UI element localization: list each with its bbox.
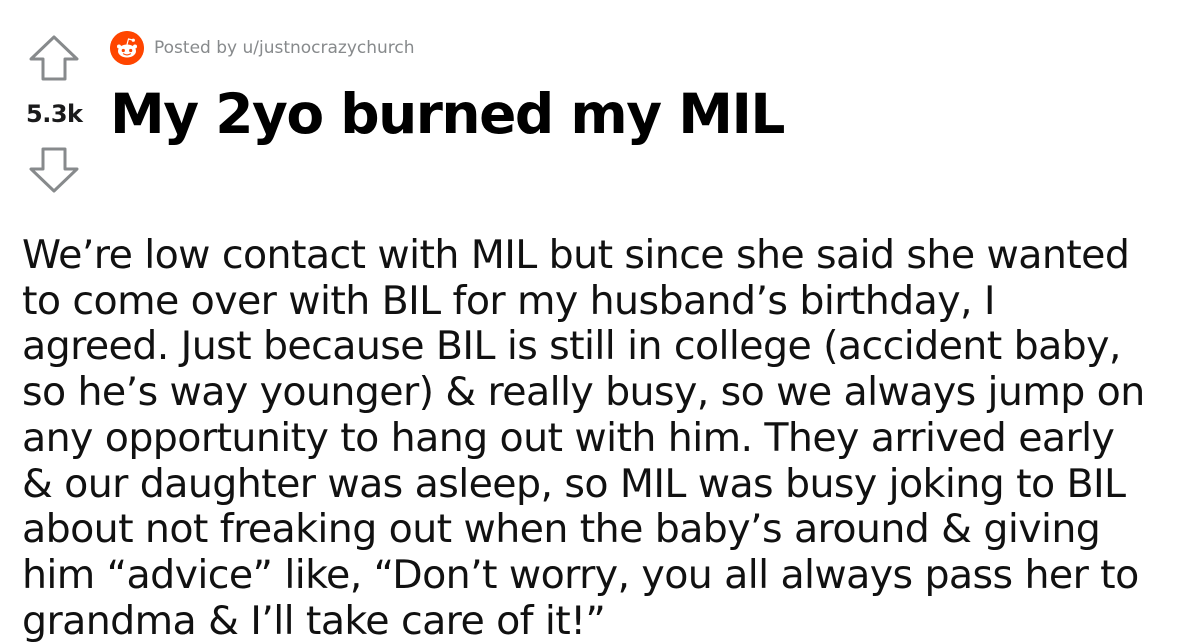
post-body-line: so he’s way younger) & really busy, so w…	[22, 369, 1145, 416]
post-body-line: We’re low contact with MIL but since she…	[22, 232, 1130, 278]
post-body-line: grandma & I’ll take care of it!”	[22, 597, 606, 644]
post-body-line: him “advice” like, “Don’t worry, you all…	[22, 551, 1139, 598]
post-body-line: & our daughter was asleep, so MIL was bu…	[22, 460, 1126, 507]
arrow-up-icon	[29, 35, 79, 81]
post-body-line: about not freaking out when the baby’s a…	[22, 506, 1101, 553]
post-header: Posted by u/justnocrazychurch	[110, 28, 415, 68]
post-body-line: to come over with BIL for my husband’s b…	[22, 277, 996, 324]
post-body-line: agreed. Just because BIL is still in col…	[22, 323, 1121, 370]
snoo-avatar-icon	[110, 31, 144, 65]
post-title[interactable]: My 2yo burned my MIL	[110, 78, 785, 150]
upvote-button[interactable]	[28, 34, 80, 82]
user-avatar[interactable]	[110, 31, 144, 65]
post-body-line: any opportunity to hang out with him. Th…	[22, 414, 1115, 461]
posted-by-label[interactable]: Posted by u/justnocrazychurch	[154, 38, 415, 58]
downvote-button[interactable]	[28, 146, 80, 194]
arrow-down-icon	[29, 147, 79, 193]
vote-score: 5.3k	[26, 100, 83, 128]
post-body: We’re low contact with MIL but since she…	[22, 232, 1192, 644]
